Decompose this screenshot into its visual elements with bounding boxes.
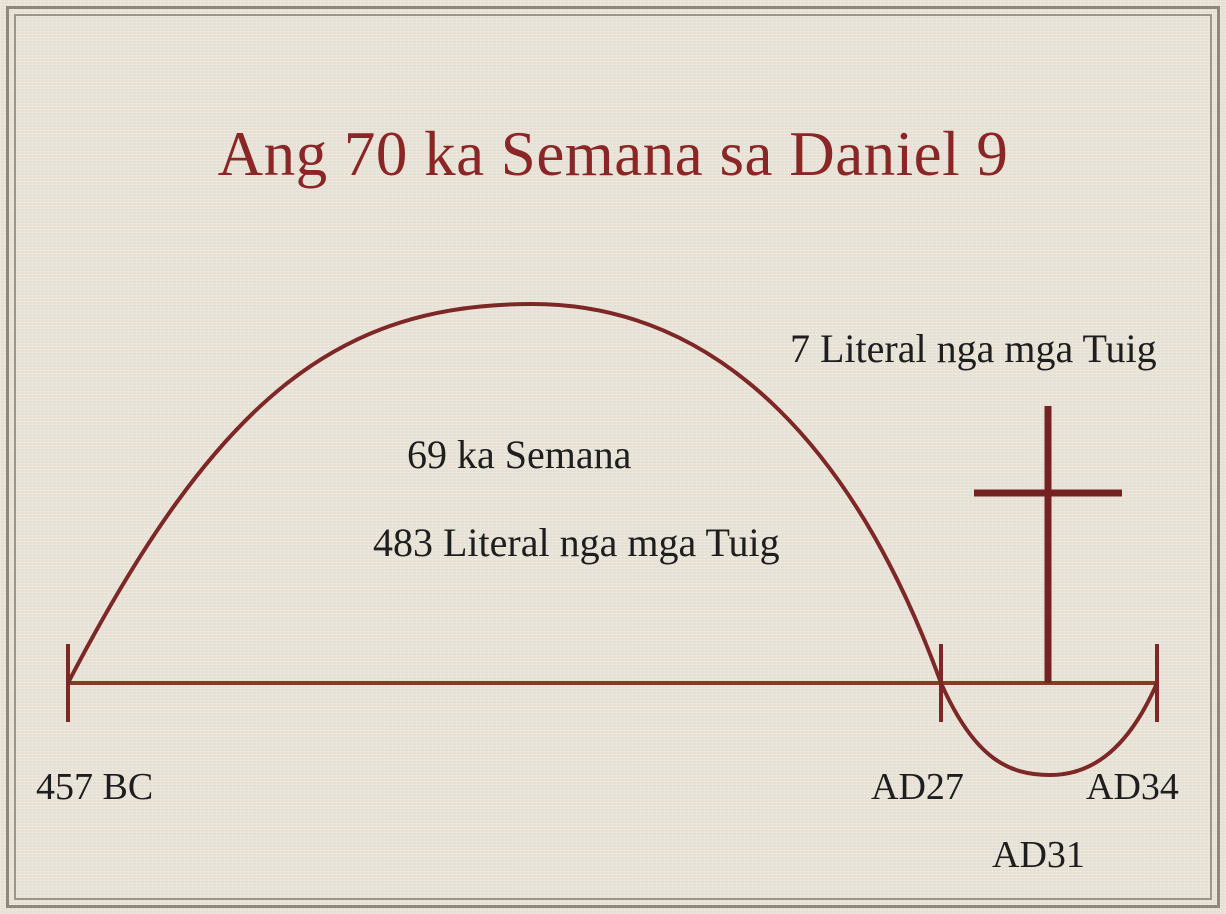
cross-icon [974,406,1122,683]
arc-final-week [939,682,1159,778]
label-457-bc: 457 BC [36,766,154,808]
slide: Ang 70 ka Semana sa Daniel 9 69 ka Seman… [0,0,1226,914]
label-ad34: AD34 [1086,766,1179,808]
label-ad31: AD31 [992,834,1085,876]
label-483-years: 483 Literal nga mga Tuig [373,520,780,565]
label-7-years: 7 Literal nga mga Tuig [790,326,1157,371]
label-ad27: AD27 [871,766,964,808]
label-69-weeks: 69 ka Semana [407,432,632,477]
